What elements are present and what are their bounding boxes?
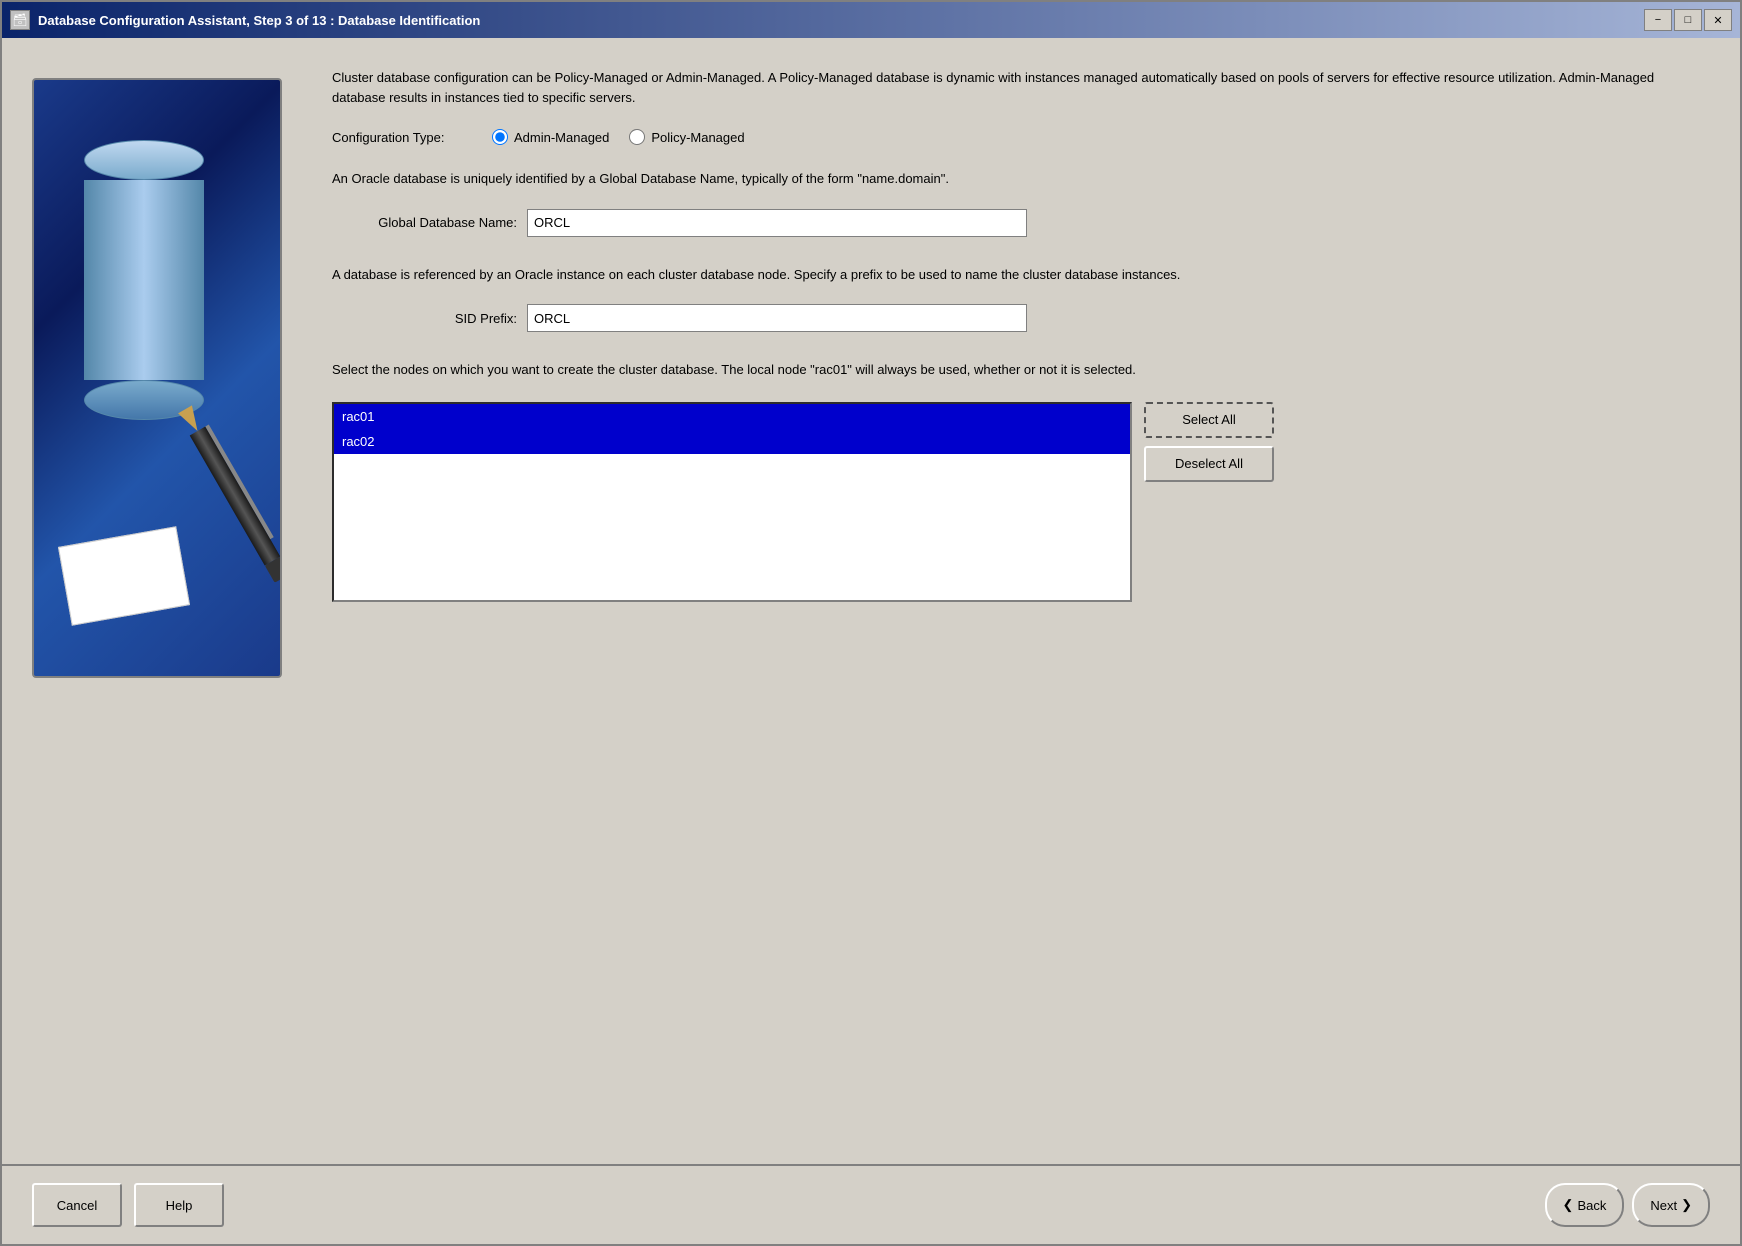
global-db-row: Global Database Name: bbox=[332, 209, 1700, 237]
database-icon bbox=[74, 140, 214, 420]
window-content: Cluster database configuration can be Po… bbox=[2, 38, 1740, 1244]
sub-description: An Oracle database is uniquely identifie… bbox=[332, 169, 1700, 189]
cylinder-body bbox=[84, 180, 204, 380]
config-type-radio-group: Admin-Managed Policy-Managed bbox=[492, 129, 745, 145]
pen-clip bbox=[205, 425, 273, 540]
list-item[interactable]: rac02 bbox=[334, 429, 1130, 454]
main-area: Cluster database configuration can be Po… bbox=[2, 38, 1740, 1164]
cylinder-top bbox=[84, 140, 204, 180]
next-chevron-icon: ❯ bbox=[1681, 1197, 1692, 1213]
policy-managed-option[interactable]: Policy-Managed bbox=[629, 129, 744, 145]
sid-prefix-input[interactable] bbox=[527, 304, 1027, 332]
sid-prefix-row: SID Prefix: bbox=[332, 304, 1700, 332]
back-button[interactable]: ❮ Back bbox=[1545, 1183, 1625, 1227]
wizard-image bbox=[32, 78, 282, 678]
admin-managed-radio[interactable] bbox=[492, 129, 508, 145]
minimize-button[interactable]: − bbox=[1644, 9, 1672, 31]
nodes-area: rac01 rac02 Select All Deselect All bbox=[332, 402, 1700, 602]
nodes-description: Select the nodes on which you want to cr… bbox=[332, 360, 1700, 380]
title-bar-left: 🗃 Database Configuration Assistant, Step… bbox=[10, 10, 480, 30]
global-db-label: Global Database Name: bbox=[332, 215, 517, 230]
close-button[interactable]: ✕ bbox=[1704, 9, 1732, 31]
next-label: Next bbox=[1650, 1198, 1677, 1213]
maximize-button[interactable]: □ bbox=[1674, 9, 1702, 31]
next-button[interactable]: Next ❯ bbox=[1632, 1183, 1710, 1227]
window-controls: − □ ✕ bbox=[1644, 9, 1732, 31]
title-bar: 🗃 Database Configuration Assistant, Step… bbox=[2, 2, 1740, 38]
footer-right-buttons: ❮ Back Next ❯ bbox=[1545, 1183, 1710, 1227]
admin-managed-option[interactable]: Admin-Managed bbox=[492, 129, 609, 145]
app-icon: 🗃 bbox=[10, 10, 30, 30]
node-buttons: Select All Deselect All bbox=[1144, 402, 1274, 482]
pen-body bbox=[190, 427, 281, 566]
right-panel: Cluster database configuration can be Po… bbox=[312, 58, 1740, 1164]
config-type-row: Configuration Type: Admin-Managed Policy… bbox=[332, 129, 1700, 145]
pen-icon bbox=[172, 402, 282, 590]
nodes-listbox[interactable]: rac01 rac02 bbox=[332, 402, 1132, 602]
instance-description: A database is referenced by an Oracle in… bbox=[332, 265, 1700, 285]
list-item[interactable]: rac01 bbox=[334, 404, 1130, 429]
back-chevron-icon: ❮ bbox=[1563, 1197, 1574, 1213]
footer: Cancel Help ❮ Back Next ❯ bbox=[2, 1164, 1740, 1244]
sid-prefix-label: SID Prefix: bbox=[332, 311, 517, 326]
window-title: Database Configuration Assistant, Step 3… bbox=[38, 13, 480, 28]
policy-managed-radio[interactable] bbox=[629, 129, 645, 145]
select-all-button[interactable]: Select All bbox=[1144, 402, 1274, 438]
main-window: 🗃 Database Configuration Assistant, Step… bbox=[0, 0, 1742, 1246]
config-type-label: Configuration Type: bbox=[332, 130, 472, 145]
intro-description: Cluster database configuration can be Po… bbox=[332, 68, 1700, 107]
deselect-all-button[interactable]: Deselect All bbox=[1144, 446, 1274, 482]
admin-managed-label: Admin-Managed bbox=[514, 130, 609, 145]
left-panel bbox=[2, 58, 312, 1164]
help-button[interactable]: Help bbox=[134, 1183, 224, 1227]
paper-icon bbox=[58, 526, 190, 626]
back-label: Back bbox=[1577, 1198, 1606, 1213]
global-db-input[interactable] bbox=[527, 209, 1027, 237]
cancel-button[interactable]: Cancel bbox=[32, 1183, 122, 1227]
policy-managed-label: Policy-Managed bbox=[651, 130, 744, 145]
footer-left-buttons: Cancel Help bbox=[32, 1183, 224, 1227]
